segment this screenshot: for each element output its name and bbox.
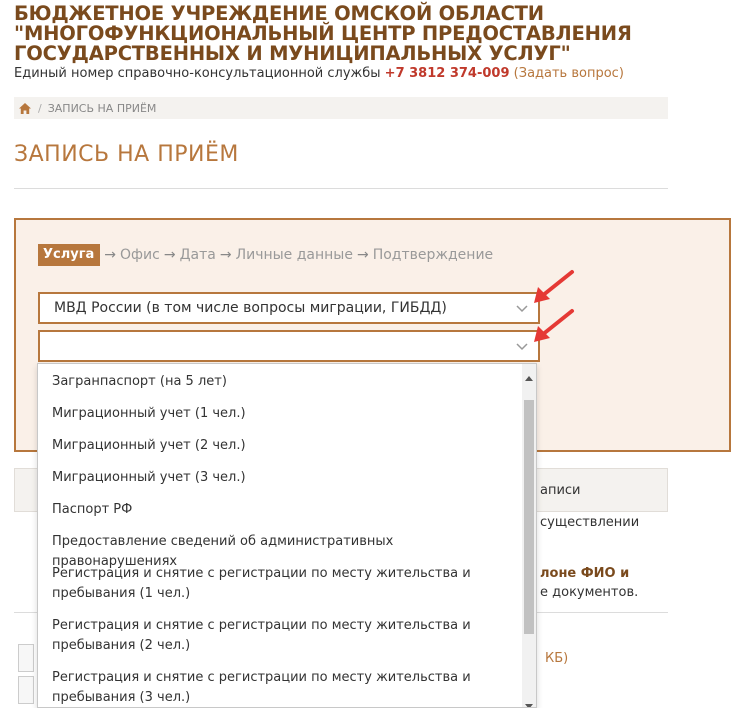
- department-select[interactable]: МВД России (в том числе вопросы миграции…: [38, 292, 540, 324]
- breadcrumb-separator: /: [38, 101, 42, 115]
- org-title: БЮДЖЕТНОЕ УЧРЕЖДЕНИЕ ОМСКОЙ ОБЛАСТИ "МНО…: [14, 2, 632, 65]
- background-text-2: лоне ФИО и: [540, 566, 630, 581]
- ask-question-link[interactable]: (Задать вопрос): [514, 66, 624, 81]
- breadcrumb-current: ЗАПИСЬ НА ПРИЁМ: [47, 101, 157, 115]
- step-confirmation: Подтверждение: [372, 247, 494, 263]
- title-divider: [14, 188, 668, 189]
- service-options-dropdown[interactable]: Загранпаспорт (на 5 лет) Миграционный уч…: [37, 363, 537, 708]
- breadcrumb: / ЗАПИСЬ НА ПРИЁМ: [14, 97, 668, 119]
- hotline-phone[interactable]: +7 3812 374-009: [385, 66, 510, 81]
- dropdown-option[interactable]: Миграционный учет (3 чел.): [52, 468, 492, 488]
- home-icon[interactable]: [18, 102, 32, 115]
- dropdown-option[interactable]: Паспорт РФ: [52, 500, 492, 520]
- annotation-arrow-icon: [532, 308, 576, 344]
- steps-indicator: Услуга → Офис → Дата → Личные данные → П…: [38, 244, 493, 266]
- page-title: ЗАПИСЬ НА ПРИЁМ: [14, 142, 239, 167]
- dropdown-option[interactable]: Регистрация и снятие с регистрации по ме…: [52, 616, 492, 656]
- dropdown-option[interactable]: Миграционный учет (1 чел.): [52, 404, 492, 424]
- hotline-label: Единый номер справочно-консультационной …: [14, 66, 381, 81]
- scrollbar-thumb[interactable]: [524, 400, 534, 634]
- step-arrow: →: [163, 247, 176, 263]
- step-service: Услуга: [38, 244, 101, 266]
- step-arrow: →: [104, 247, 117, 263]
- annotation-arrow-icon: [532, 269, 576, 305]
- background-text-1: существлении: [540, 515, 640, 530]
- dropdown-option[interactable]: Регистрация и снятие с регистрации по ме…: [52, 668, 492, 707]
- dropdown-scrollbar[interactable]: [522, 364, 536, 707]
- step-date: Дата: [179, 247, 216, 263]
- dropdown-option[interactable]: Регистрация и снятие с регистрации по ме…: [52, 564, 492, 604]
- service-select[interactable]: [38, 330, 540, 362]
- file-icon: [18, 644, 34, 672]
- file-size-text: КБ): [545, 651, 569, 666]
- step-personal-data: Личные данные: [235, 247, 353, 263]
- background-text-3: е документов.: [540, 585, 639, 600]
- step-arrow: →: [356, 247, 369, 263]
- background-tab-text: аписи: [540, 483, 581, 498]
- file-icon: [18, 676, 34, 704]
- chevron-down-icon: [516, 302, 528, 314]
- dropdown-option[interactable]: Загранпаспорт (на 5 лет): [52, 372, 492, 392]
- step-office: Офис: [120, 247, 160, 263]
- hotline: Единый номер справочно-консультационной …: [14, 66, 624, 81]
- step-arrow: →: [219, 247, 232, 263]
- scroll-up-icon[interactable]: [525, 368, 533, 381]
- chevron-down-icon: [516, 340, 528, 352]
- dropdown-option[interactable]: Миграционный учет (2 чел.): [52, 436, 492, 456]
- scroll-down-icon[interactable]: [525, 695, 533, 707]
- department-select-value: МВД России (в том числе вопросы миграции…: [54, 300, 447, 316]
